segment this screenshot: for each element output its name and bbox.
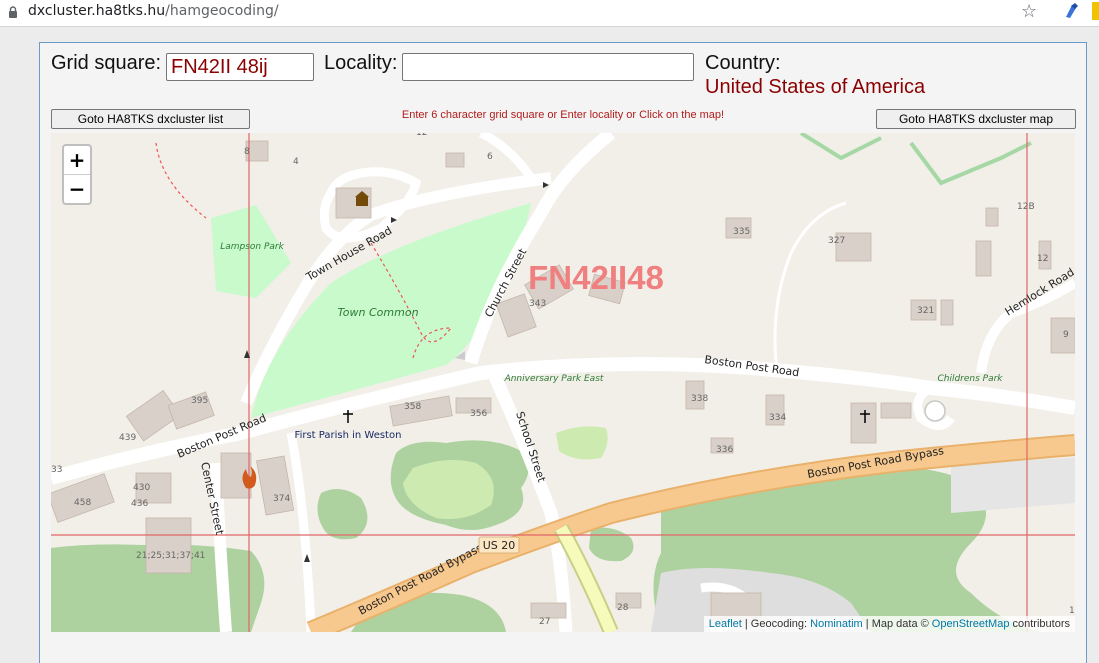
country-label: Country: [705, 52, 781, 74]
house-number: 6 [487, 152, 493, 162]
house-number: 343 [529, 299, 546, 309]
house-number: 321 [917, 306, 934, 316]
footpath [155, 142, 207, 219]
house-number: 374 [273, 494, 290, 504]
leaflet-link[interactable]: Leaflet [709, 618, 742, 630]
route-label-us20: US 20 [483, 539, 516, 552]
bookmark-star-icon[interactable]: ☆ [1021, 1, 1037, 22]
extension-icon-2[interactable] [1092, 2, 1099, 20]
hedge [799, 133, 882, 161]
road [286, 432, 316, 632]
locality-label: Locality: [324, 52, 398, 74]
instruction-text: Enter 6 character grid square or Enter l… [401, 109, 725, 121]
map-attribution: Leaflet | Geocoding: Nominatim | Map dat… [703, 616, 1075, 632]
lock-icon [9, 6, 17, 18]
house-number: 33 [51, 465, 62, 475]
grid-square-label: Grid square: [51, 52, 162, 74]
zoom-control: + − [62, 144, 92, 205]
zoom-in-button[interactable]: + [64, 146, 90, 175]
browser-toolbar: dxcluster.ha8tks.hu/hamgeocoding/ ☆ [0, 0, 1099, 27]
nominatim-link[interactable]: Nominatim [810, 618, 863, 630]
geocoding-panel: Grid square: FN42II 48ij Locality: Count… [39, 42, 1087, 663]
address-bar[interactable]: dxcluster.ha8tks.hu/hamgeocoding/ [28, 3, 279, 19]
wood-area [589, 527, 634, 562]
map-data-prefix: | Map data © [865, 618, 929, 630]
house-number: 338 [691, 394, 708, 404]
country-value: United States of America [705, 76, 926, 98]
house-number: 27 [539, 617, 550, 627]
house-number: 334 [769, 413, 786, 423]
url-host: dxcluster.ha8tks.hu [28, 3, 166, 19]
contributors-text: contributors [1012, 618, 1070, 630]
house-number: 458 [74, 498, 91, 508]
house-number: 356 [470, 409, 487, 419]
house-number: 28 [617, 603, 629, 613]
place-label-anniversary-park: Anniversary Park East [504, 374, 604, 384]
house-number: 327 [828, 236, 845, 246]
map-view[interactable]: FN42II48 Town House Road Church Street B… [51, 133, 1075, 632]
house-number: 1 [1069, 606, 1075, 616]
house-number: 4 [293, 157, 299, 167]
house-number: 12 [1037, 254, 1048, 264]
house-number: 358 [404, 402, 421, 412]
grid-square-map-label: FN42II48 [528, 259, 664, 296]
street-label-boston-post-road: Boston Post Road [704, 353, 801, 379]
house-number: 335 [733, 227, 750, 237]
grid-square-input[interactable]: FN42II 48ij [166, 53, 314, 81]
house-number: 8 [244, 147, 250, 157]
road [773, 201, 847, 364]
meadow-area [556, 426, 608, 460]
place-label-childrens-park: Childrens Park [937, 374, 1003, 384]
roundabout [924, 400, 946, 422]
geocoding-prefix: | Geocoding: [744, 618, 808, 630]
house-number: 395 [191, 396, 208, 406]
place-label-town-common: Town Common [337, 306, 418, 319]
house-number: 12B [1017, 202, 1035, 212]
industrial-area [951, 458, 1075, 513]
place-label-first-parish: First Parish in Weston [295, 430, 402, 441]
house-number: 336 [716, 445, 733, 455]
hedge [909, 141, 1032, 186]
openstreetmap-link[interactable]: OpenStreetMap [932, 618, 1010, 630]
zoom-out-button[interactable]: − [64, 175, 90, 203]
locality-input[interactable] [402, 53, 694, 81]
url-path: /hamgeocoding/ [165, 3, 279, 19]
place-label-lampson-park: Lampson Park [220, 242, 284, 252]
wood-area [317, 489, 368, 540]
house-number: 12 [416, 133, 427, 138]
house-number: 430 [133, 483, 150, 493]
house-number: 9 [1063, 330, 1069, 340]
goto-dxcluster-list-button[interactable]: Goto HA8TKS dxcluster list [51, 109, 250, 129]
extension-icon[interactable] [1062, 2, 1080, 20]
goto-dxcluster-map-button[interactable]: Goto HA8TKS dxcluster map [876, 109, 1076, 129]
house-number: 439 [119, 433, 136, 443]
house-number: 436 [131, 499, 148, 509]
map-canvas[interactable]: FN42II48 Town House Road Church Street B… [51, 133, 1075, 632]
house-number: 21;25;31;37;41 [136, 551, 205, 561]
